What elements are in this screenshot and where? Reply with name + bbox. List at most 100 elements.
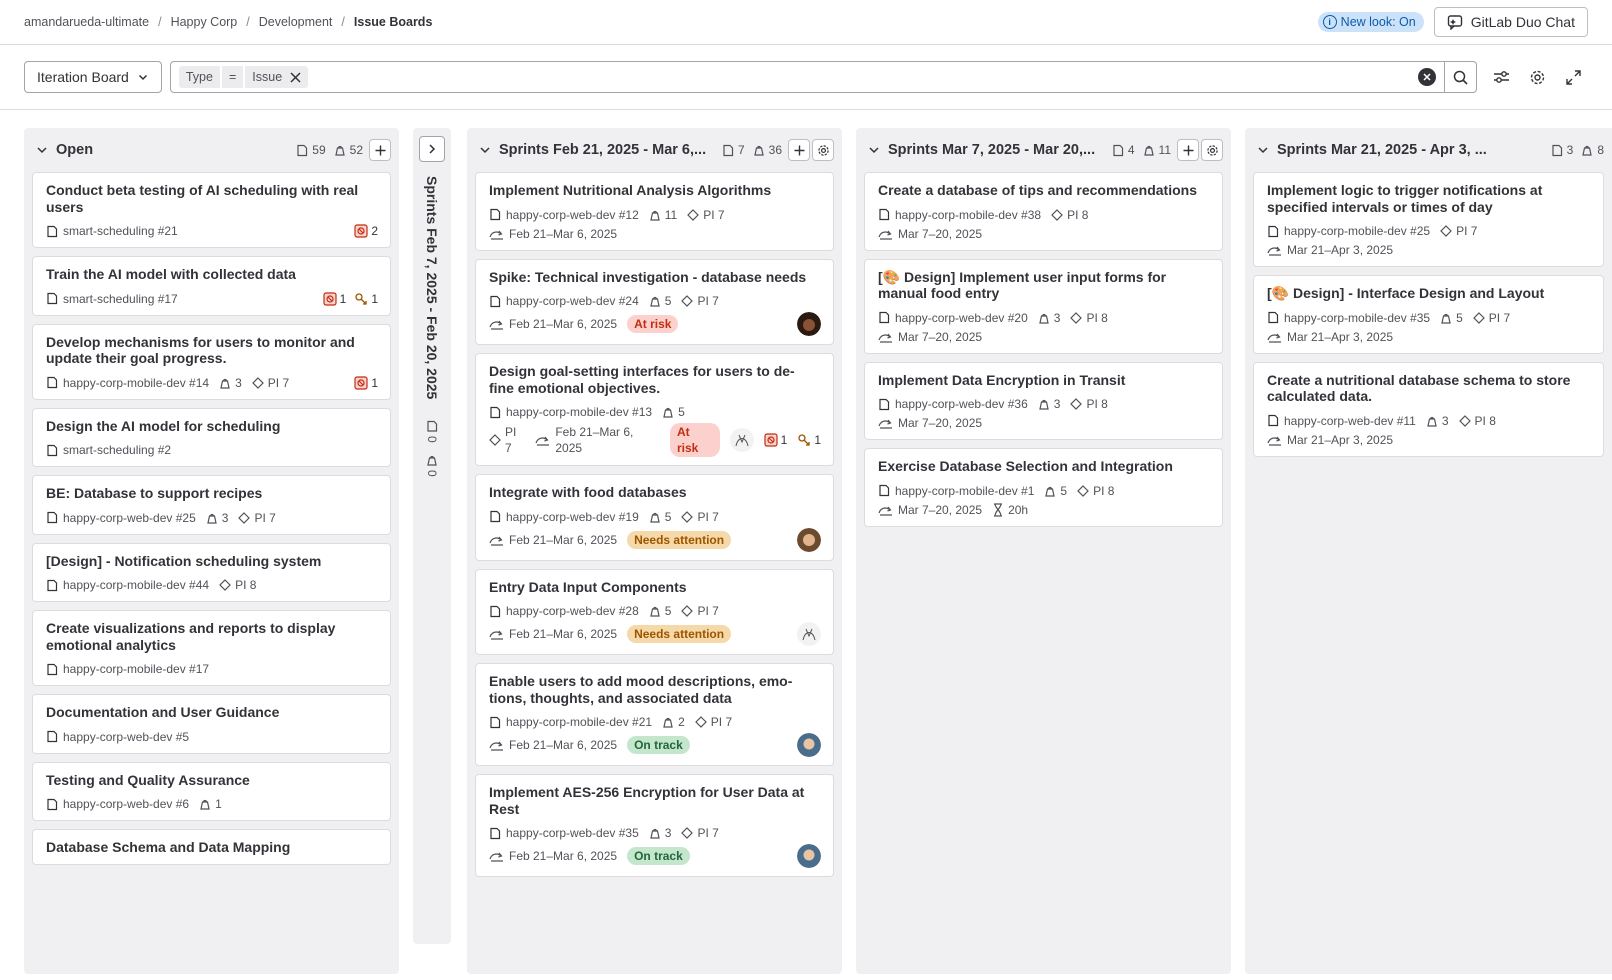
chevron-down-icon[interactable] (36, 144, 48, 156)
iteration[interactable]: Mar 7–20, 2025 (878, 329, 982, 345)
filter-token-value[interactable]: Issue (245, 66, 309, 88)
issue-card[interactable]: Train the AI model with collected data s… (32, 256, 391, 316)
milestone[interactable]: PI 7 (489, 424, 525, 456)
milestone[interactable]: PI 7 (681, 509, 719, 525)
new-issue-button[interactable] (369, 139, 391, 161)
issue-title[interactable]: Implement AES-256 Encryption for User Da… (489, 784, 821, 817)
new-look-toggle[interactable]: i New look: On (1317, 12, 1424, 32)
issue-title[interactable]: Create a database of tips and recommenda… (878, 182, 1210, 199)
issue-title[interactable]: Implement Data Encryption in Transit (878, 372, 1210, 389)
issue-card[interactable]: Exercise Database Selection and Integrat… (864, 448, 1223, 527)
list-settings-button[interactable] (812, 139, 834, 161)
breadcrumb-item[interactable]: Development (259, 15, 333, 29)
issue-title[interactable]: Design the AI model for scheduling (46, 418, 378, 435)
sliders-icon[interactable] (1491, 66, 1513, 88)
issue-title[interactable]: Documentation and User Guidance (46, 704, 378, 721)
milestone[interactable]: PI 7 (1472, 310, 1510, 326)
breadcrumb-item[interactable]: amandarueda-ultimate (24, 15, 149, 29)
issue-title[interactable]: [🎨 Design] Implement user input forms fo… (878, 269, 1210, 302)
milestone[interactable]: PI 8 (219, 577, 256, 593)
assignee-avatar[interactable] (730, 428, 754, 452)
issue-card[interactable]: Entry Data Input Components happy-corp-w… (475, 568, 834, 655)
issue-card[interactable]: Create visualizations and reports to dis… (32, 610, 391, 686)
issue-card[interactable]: Implement Nutritional Analysis Algorithm… (475, 172, 834, 251)
iteration[interactable]: Mar 21–Apr 3, 2025 (1267, 432, 1393, 448)
chevron-down-icon[interactable] (1257, 144, 1269, 156)
issue-card[interactable]: [🎨 Design] - Interface Design and Layout… (1253, 275, 1604, 354)
issue-title[interactable]: Testing and Quality Assurance (46, 772, 378, 789)
search-input[interactable] (310, 63, 1418, 91)
iteration[interactable]: Mar 7–20, 2025 (878, 415, 982, 431)
iteration[interactable]: Feb 21–Mar 6, 2025 (489, 316, 617, 332)
issue-title[interactable]: [🎨 Design] - Interface Design and Layout (1267, 285, 1591, 302)
issue-title[interactable]: Create a nutritional database schema to … (1267, 372, 1591, 405)
issue-card[interactable]: Create a nutritional database schema to … (1253, 361, 1604, 457)
assignee-avatar[interactable] (797, 622, 821, 646)
iteration[interactable]: Mar 21–Apr 3, 2025 (1267, 329, 1393, 345)
iteration[interactable]: Feb 21–Mar 6, 2025 (535, 424, 660, 456)
issue-card[interactable]: Design the AI model for scheduling smart… (32, 407, 391, 467)
assignee-avatar[interactable] (797, 733, 821, 757)
issue-title[interactable]: Spike: Technical investigation - databas… (489, 269, 821, 286)
issue-title[interactable]: Enable users to add mood descriptions, e… (489, 673, 821, 706)
filter-token-operator[interactable]: = (221, 66, 244, 88)
issue-card[interactable]: Integrate with food databases happy-corp… (475, 474, 834, 561)
list-settings-button[interactable] (1201, 139, 1223, 161)
duo-chat-button[interactable]: GitLab Duo Chat (1433, 7, 1588, 37)
fullscreen-icon[interactable] (1563, 66, 1585, 88)
milestone[interactable]: PI 7 (681, 603, 719, 619)
issue-card[interactable]: Conduct beta testing of AI scheduling wi… (32, 172, 391, 248)
milestone[interactable]: PI 7 (681, 825, 719, 841)
assignee-avatar[interactable] (797, 844, 821, 868)
issue-card[interactable]: Documentation and User Guidance happy-co… (32, 694, 391, 754)
issue-title[interactable]: Implement Nutritional Analysis Algorithm… (489, 182, 821, 199)
filter-token-field[interactable]: Type (178, 66, 220, 88)
issue-card[interactable]: Testing and Quality Assurance happy-corp… (32, 761, 391, 821)
issue-card[interactable]: Design goal-setting interfaces for users… (475, 353, 834, 466)
issue-title[interactable]: Integrate with food databases (489, 484, 821, 501)
issue-card[interactable]: Spike: Technical investigation - databas… (475, 258, 834, 345)
issue-title[interactable]: [Design] - Notification scheduling syste… (46, 553, 378, 570)
issue-card[interactable]: Create a database of tips and recommenda… (864, 172, 1223, 251)
iteration[interactable]: Feb 21–Mar 6, 2025 (489, 532, 617, 548)
issue-card[interactable]: Develop mechanisms for users to monitor … (32, 323, 391, 400)
milestone[interactable]: PI 7 (687, 207, 725, 223)
iteration[interactable]: Feb 21–Mar 6, 2025 (489, 626, 617, 642)
milestone[interactable]: PI 7 (251, 375, 289, 391)
milestone[interactable]: PI 8 (1070, 310, 1108, 326)
issue-title[interactable]: Develop mechanisms for users to monitor … (46, 334, 378, 367)
iteration[interactable]: Mar 7–20, 2025 (878, 502, 982, 518)
blocked-indicator[interactable]: 1 (354, 375, 378, 391)
assignee-avatar[interactable] (797, 312, 821, 336)
blocked-indicator[interactable]: 2 (354, 223, 378, 239)
issue-title[interactable]: Implement logic to trigger notifications… (1267, 182, 1591, 215)
iteration[interactable]: Feb 21–Mar 6, 2025 (489, 737, 617, 753)
issue-title[interactable]: Database Schema and Data Mapping (46, 839, 378, 856)
issue-title[interactable]: Create visualizations and reports to dis… (46, 620, 378, 653)
blocking-indicator[interactable]: 1 (354, 291, 378, 307)
chevron-down-icon[interactable] (479, 144, 491, 156)
issue-title[interactable]: BE: Database to support recipes (46, 485, 378, 502)
issue-card[interactable]: [🎨 Design] Implement user input forms fo… (864, 258, 1223, 354)
blocking-indicator[interactable]: 1 (797, 432, 821, 448)
search-button[interactable] (1443, 62, 1476, 92)
iteration[interactable]: Feb 21–Mar 6, 2025 (489, 226, 617, 242)
new-issue-button[interactable] (1177, 139, 1199, 161)
milestone[interactable]: PI 8 (1077, 483, 1114, 499)
iteration[interactable]: Mar 7–20, 2025 (878, 226, 982, 242)
milestone[interactable]: PI 8 (1458, 413, 1496, 429)
issue-card[interactable]: Implement AES-256 Encryption for User Da… (475, 774, 834, 877)
board-selector[interactable]: Iteration Board (24, 61, 162, 93)
issue-title[interactable]: Train the AI model with collected data (46, 266, 378, 283)
clear-search-icon[interactable] (1417, 68, 1436, 86)
milestone[interactable]: PI 7 (238, 510, 276, 526)
gear-icon[interactable] (1527, 66, 1549, 88)
breadcrumb-item[interactable]: Happy Corp (171, 15, 238, 29)
issue-card[interactable]: BE: Database to support recipes happy-co… (32, 475, 391, 535)
milestone[interactable]: PI 7 (1440, 223, 1477, 239)
issue-card[interactable]: Implement logic to trigger notifications… (1253, 172, 1604, 267)
blocked-indicator[interactable]: 1 (764, 432, 787, 448)
milestone[interactable]: PI 8 (1051, 207, 1088, 223)
iteration[interactable]: Feb 21–Mar 6, 2025 (489, 848, 617, 864)
issue-title[interactable]: Design goal-setting interfaces for users… (489, 363, 821, 396)
